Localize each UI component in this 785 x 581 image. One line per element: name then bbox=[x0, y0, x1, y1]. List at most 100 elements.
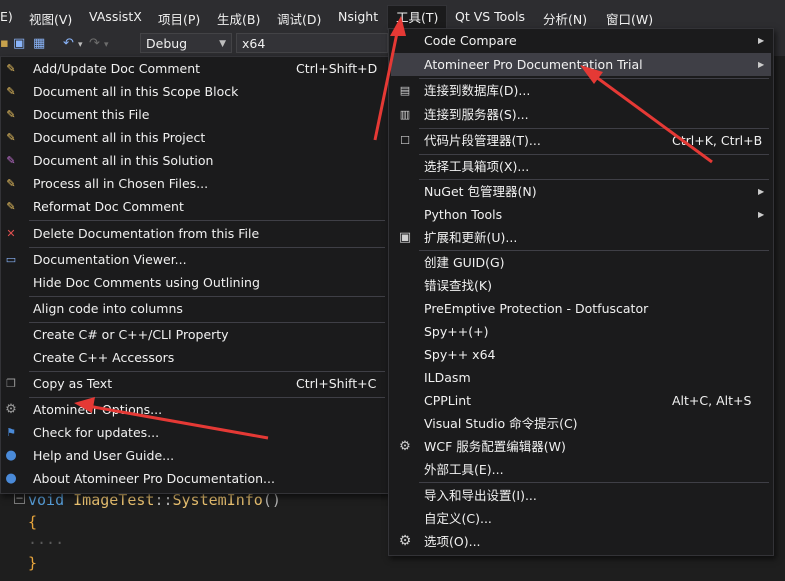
menu-item-create-property[interactable]: Create C# or C++/CLI Property bbox=[1, 323, 387, 346]
menu-item-code-compare[interactable]: Code Compare ▶ bbox=[391, 29, 771, 52]
menu-item-label: Copy as Text bbox=[33, 376, 113, 391]
menu-item-wcf-config-editor[interactable]: ⚙ WCF 服务配置编辑器(W) bbox=[391, 435, 771, 458]
menu-view[interactable]: 视图(V) bbox=[29, 9, 72, 28]
doc-file-icon: ✎ bbox=[6, 108, 16, 121]
menu-item-label: Align code into columns bbox=[33, 301, 183, 316]
menu-item-hide-doc-comments[interactable]: Hide Doc Comments using Outlining bbox=[1, 271, 387, 294]
menu-tools[interactable]: 工具(T) bbox=[387, 5, 448, 30]
menu-item-error-lookup[interactable]: 错误查找(K) bbox=[391, 274, 771, 297]
menu-item-external-tools[interactable]: 外部工具(E)... bbox=[391, 458, 771, 481]
chevron-right-icon: ▶ bbox=[758, 36, 765, 45]
menu-item-atomineer-options[interactable]: ⚙ Atomineer Options... bbox=[1, 398, 387, 421]
menu-item-label: 选择工具箱项(X)... bbox=[424, 159, 530, 174]
menu-item-shortcut: Ctrl+Shift+C bbox=[296, 376, 377, 391]
menu-item-extensions-updates[interactable]: ▣ 扩展和更新(U)... bbox=[391, 226, 771, 249]
code-whitespace-dots: ···· bbox=[28, 534, 65, 552]
menu-item-shortcut: Alt+C, Alt+S bbox=[672, 393, 752, 408]
server-connect-icon: ▥ bbox=[399, 108, 411, 121]
doc-project-icon: ✎ bbox=[6, 131, 16, 144]
menu-separator bbox=[419, 482, 769, 483]
menu-item-label: 自定义(C)... bbox=[424, 511, 492, 526]
save-icon[interactable]: ▣ bbox=[13, 36, 25, 52]
menu-item-cpplint[interactable]: CPPLint Alt+C, Alt+S bbox=[391, 389, 771, 412]
menu-item-label: WCF 服务配置编辑器(W) bbox=[424, 439, 566, 454]
menu-item-delete-documentation[interactable]: ✕ Delete Documentation from this File bbox=[1, 222, 387, 245]
menu-debug[interactable]: 调试(D) bbox=[277, 9, 321, 28]
open-folder-icon[interactable]: ▪ bbox=[0, 36, 9, 52]
menu-item-align-code[interactable]: Align code into columns bbox=[1, 297, 387, 320]
menu-item-add-update-doc-comment[interactable]: ✎ Add/Update Doc Comment Ctrl+Shift+D bbox=[1, 57, 387, 80]
menu-item-label: Atomineer Pro Documentation Trial bbox=[424, 57, 643, 72]
chevron-down-icon: ▼ bbox=[219, 39, 226, 49]
menu-item-label: Python Tools bbox=[424, 207, 503, 222]
menu-analyze[interactable]: 分析(N) bbox=[543, 9, 587, 28]
menu-item-connect-server[interactable]: ▥ 连接到服务器(S)... bbox=[391, 103, 771, 126]
copy-icon: ❐ bbox=[6, 377, 16, 390]
doc-solution-icon: ✎ bbox=[6, 154, 16, 167]
menu-item-label: Document all in this Scope Block bbox=[33, 84, 239, 99]
save-all-icon[interactable]: ▦ bbox=[33, 36, 45, 52]
collapse-toggle-icon[interactable]: − bbox=[14, 492, 25, 504]
menu-item-check-updates[interactable]: ⚑ Check for updates... bbox=[1, 421, 387, 444]
menu-vassistx[interactable]: VAssistX bbox=[89, 9, 142, 24]
menu-item-document-scope-block[interactable]: ✎ Document all in this Scope Block bbox=[1, 80, 387, 103]
undo-dropdown-icon[interactable]: ▾ bbox=[78, 37, 83, 53]
menu-item-label: Document all in this Project bbox=[33, 130, 206, 145]
menu-item-document-file[interactable]: ✎ Document this File bbox=[1, 103, 387, 126]
undo-icon[interactable]: ↶ bbox=[63, 36, 74, 52]
menu-item-document-solution[interactable]: ✎ Document all in this Solution bbox=[1, 149, 387, 172]
menu-item-label: CPPLint bbox=[424, 393, 472, 408]
menu-item-about-atomineer[interactable]: ● About Atomineer Pro Documentation... bbox=[1, 467, 387, 490]
menu-item-spy-plus[interactable]: Spy++(+) bbox=[391, 320, 771, 343]
menu-item-customize[interactable]: 自定义(C)... bbox=[391, 507, 771, 530]
solution-platform-dropdown[interactable]: x64 bbox=[236, 33, 388, 53]
database-connect-icon: ▤ bbox=[399, 84, 411, 97]
menu-item-ildasm[interactable]: ILDasm bbox=[391, 366, 771, 389]
menu-item-label: 外部工具(E)... bbox=[424, 462, 504, 477]
menu-item-choose-toolbox-items[interactable]: 选择工具箱项(X)... bbox=[391, 155, 771, 178]
solution-config-dropdown[interactable]: Debug ▼ bbox=[140, 33, 232, 53]
menu-item-dotfuscator[interactable]: PreEmptive Protection - Dotfuscator bbox=[391, 297, 771, 320]
menu-item-label: Atomineer Options... bbox=[33, 402, 163, 417]
wcf-gear-icon: ⚙ bbox=[399, 439, 411, 454]
menu-item-label: NuGet 包管理器(N) bbox=[424, 184, 537, 199]
menu-item-import-export-settings[interactable]: 导入和导出设置(I)... bbox=[391, 484, 771, 507]
menu-item-snippet-manager[interactable]: ☐ 代码片段管理器(T)... Ctrl+K, Ctrl+B bbox=[391, 129, 771, 152]
reformat-icon: ✎ bbox=[6, 200, 16, 213]
menu-item-vs-command-prompt[interactable]: Visual Studio 命令提示(C) bbox=[391, 412, 771, 435]
menu-item-document-project[interactable]: ✎ Document all in this Project bbox=[1, 126, 387, 149]
menu-item-shortcut: Ctrl+Shift+D bbox=[296, 61, 378, 76]
menu-window[interactable]: 窗口(W) bbox=[606, 9, 653, 28]
menu-item-label: ILDasm bbox=[424, 370, 471, 385]
code-close-brace: } bbox=[28, 554, 38, 572]
menu-item-process-chosen-files[interactable]: ✎ Process all in Chosen Files... bbox=[1, 172, 387, 195]
menu-item-connect-database[interactable]: ▤ 连接到数据库(D)... bbox=[391, 79, 771, 102]
menu-item-label: Check for updates... bbox=[33, 425, 160, 440]
menu-item-reformat-doc-comment[interactable]: ✎ Reformat Doc Comment bbox=[1, 195, 387, 218]
redo-icon[interactable]: ↷ bbox=[89, 36, 100, 52]
menu-item-label: Spy++(+) bbox=[424, 324, 489, 339]
menu-item-nuget[interactable]: NuGet 包管理器(N) ▶ bbox=[391, 180, 771, 203]
process-files-icon: ✎ bbox=[6, 177, 16, 190]
menu-item-atomineer-trial[interactable]: Atomineer Pro Documentation Trial ▶ bbox=[391, 53, 771, 76]
menu-item-help-user-guide[interactable]: ● Help and User Guide... bbox=[1, 444, 387, 467]
menu-item-options[interactable]: ⚙ 选项(O)... bbox=[391, 530, 771, 553]
menu-edit[interactable]: E) bbox=[0, 9, 13, 24]
menu-item-spy-x64[interactable]: Spy++ x64 bbox=[391, 343, 771, 366]
menu-nsight[interactable]: Nsight bbox=[338, 9, 378, 24]
menu-item-label: PreEmptive Protection - Dotfuscator bbox=[424, 301, 649, 316]
redo-dropdown-icon[interactable]: ▾ bbox=[104, 37, 109, 53]
menu-item-create-guid[interactable]: 创建 GUID(G) bbox=[391, 251, 771, 274]
menu-item-label: Reformat Doc Comment bbox=[33, 199, 184, 214]
menu-item-documentation-viewer[interactable]: ▭ Documentation Viewer... bbox=[1, 248, 387, 271]
atomineer-submenu: ✎ Add/Update Doc Comment Ctrl+Shift+D ✎ … bbox=[0, 56, 390, 494]
viewer-icon: ▭ bbox=[5, 253, 17, 266]
menu-item-label: Hide Doc Comments using Outlining bbox=[33, 275, 260, 290]
menu-item-copy-as-text[interactable]: ❐ Copy as Text Ctrl+Shift+C bbox=[1, 372, 387, 395]
tools-menu: Code Compare ▶ Atomineer Pro Documentati… bbox=[388, 28, 774, 556]
menu-build[interactable]: 生成(B) bbox=[217, 9, 260, 28]
menu-item-python-tools[interactable]: Python Tools ▶ bbox=[391, 203, 771, 226]
menu-project[interactable]: 项目(P) bbox=[158, 9, 200, 28]
menu-item-create-accessors[interactable]: Create C++ Accessors bbox=[1, 346, 387, 369]
menu-qt-vs-tools[interactable]: Qt VS Tools bbox=[455, 9, 525, 24]
